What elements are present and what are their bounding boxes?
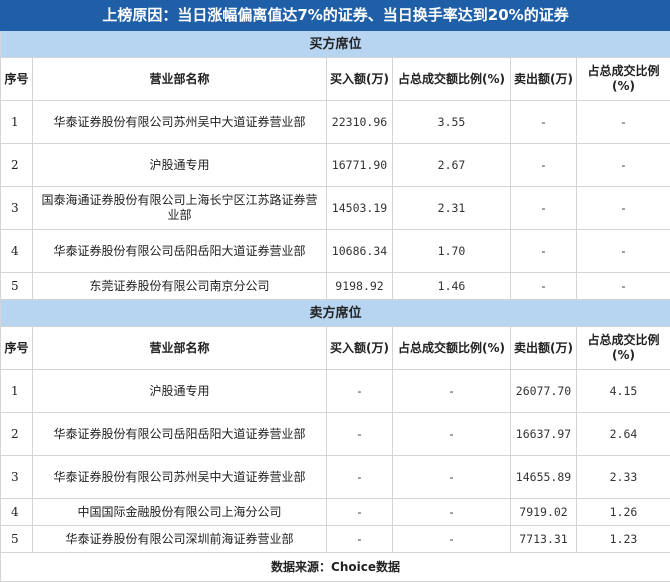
buy-ratio: 2.31 — [393, 187, 511, 230]
table-title: 上榜原因：当日涨幅偏离值达7%的证券、当日换手率达到20%的证券 — [1, 1, 670, 31]
sell-ratio: - — [577, 101, 670, 144]
table-row: 4中国国际金融股份有限公司上海分公司--7919.021.26 — [1, 499, 670, 526]
buy-amount: 22310.96 — [327, 101, 393, 144]
column-header: 占总成交比例(%) — [577, 327, 670, 370]
buy-ratio: - — [393, 370, 511, 413]
branch-name: 华泰证券股份有限公司岳阳岳阳大道证券营业部 — [33, 413, 327, 456]
sell-ratio: 1.23 — [577, 526, 670, 553]
branch-name: 国泰海通证券股份有限公司上海长宁区江苏路证券营业部 — [33, 187, 327, 230]
branch-name: 沪股通专用 — [33, 370, 327, 413]
buy-ratio: - — [393, 499, 511, 526]
buy-amount: 9198.92 — [327, 273, 393, 300]
rank: 5 — [1, 273, 33, 300]
branch-name: 沪股通专用 — [33, 144, 327, 187]
data-source: 数据来源：Choice数据 — [1, 553, 670, 582]
dragon-tiger-table: 上榜原因：当日涨幅偏离值达7%的证券、当日换手率达到20%的证券 买方席位序号营… — [0, 0, 670, 582]
branch-name: 华泰证券股份有限公司苏州吴中大道证券营业部 — [33, 456, 327, 499]
rank: 2 — [1, 413, 33, 456]
sell-ratio: - — [577, 273, 670, 300]
sell-amount: - — [511, 273, 577, 300]
table-row: 2华泰证券股份有限公司岳阳岳阳大道证券营业部--16637.972.64 — [1, 413, 670, 456]
buy-amount: - — [327, 370, 393, 413]
table-row: 5东莞证券股份有限公司南京分公司9198.921.46-- — [1, 273, 670, 300]
buy-ratio: - — [393, 456, 511, 499]
column-header: 营业部名称 — [33, 327, 327, 370]
buy-amount: 14503.19 — [327, 187, 393, 230]
buy-ratio: 2.67 — [393, 144, 511, 187]
sell-ratio: 2.64 — [577, 413, 670, 456]
table-row: 5华泰证券股份有限公司深圳前海证券营业部--7713.311.23 — [1, 526, 670, 553]
table-row: 1华泰证券股份有限公司苏州吴中大道证券营业部22310.963.55-- — [1, 101, 670, 144]
column-header-row: 序号营业部名称买入额(万)占总成交额比例(%)卖出额(万)占总成交比例(%) — [1, 58, 670, 101]
buy-amount: 16771.90 — [327, 144, 393, 187]
sell-ratio: - — [577, 187, 670, 230]
branch-name: 华泰证券股份有限公司苏州吴中大道证券营业部 — [33, 101, 327, 144]
buy-ratio: 1.70 — [393, 230, 511, 273]
sell-amount: 16637.97 — [511, 413, 577, 456]
column-header-row: 序号营业部名称买入额(万)占总成交额比例(%)卖出额(万)占总成交比例(%) — [1, 327, 670, 370]
rank: 3 — [1, 456, 33, 499]
buy-ratio: 1.46 — [393, 273, 511, 300]
column-header: 买入额(万) — [327, 327, 393, 370]
column-header: 序号 — [1, 327, 33, 370]
branch-name: 华泰证券股份有限公司深圳前海证券营业部 — [33, 526, 327, 553]
sell-amount: - — [511, 144, 577, 187]
buy-amount: - — [327, 456, 393, 499]
sell-ratio: 4.15 — [577, 370, 670, 413]
table-row: 4华泰证券股份有限公司岳阳岳阳大道证券营业部10686.341.70-- — [1, 230, 670, 273]
sell-amount: - — [511, 187, 577, 230]
column-header: 买入额(万) — [327, 58, 393, 101]
buy-ratio: 3.55 — [393, 101, 511, 144]
buy-amount: - — [327, 499, 393, 526]
column-header: 占总成交额比例(%) — [393, 58, 511, 101]
sell-ratio: - — [577, 230, 670, 273]
buy-ratio: - — [393, 413, 511, 456]
rank: 1 — [1, 101, 33, 144]
column-header: 序号 — [1, 58, 33, 101]
sell-ratio: 1.26 — [577, 499, 670, 526]
branch-name: 中国国际金融股份有限公司上海分公司 — [33, 499, 327, 526]
column-header: 卖出额(万) — [511, 58, 577, 101]
buy-amount: 10686.34 — [327, 230, 393, 273]
sell-ratio: - — [577, 144, 670, 187]
branch-name: 东莞证券股份有限公司南京分公司 — [33, 273, 327, 300]
rank: 2 — [1, 144, 33, 187]
table-row: 2沪股通专用16771.902.67-- — [1, 144, 670, 187]
sell-amount: 7919.02 — [511, 499, 577, 526]
buy-section-header: 买方席位 — [1, 31, 670, 58]
sell-amount: 14655.89 — [511, 456, 577, 499]
column-header: 占总成交比例(%) — [577, 58, 670, 101]
sell-amount: - — [511, 230, 577, 273]
table-row: 1沪股通专用--26077.704.15 — [1, 370, 670, 413]
table-row: 3国泰海通证券股份有限公司上海长宁区江苏路证券营业部14503.192.31-- — [1, 187, 670, 230]
rank: 1 — [1, 370, 33, 413]
sell-ratio: 2.33 — [577, 456, 670, 499]
column-header: 营业部名称 — [33, 58, 327, 101]
buy-amount: - — [327, 413, 393, 456]
sell-amount: 26077.70 — [511, 370, 577, 413]
rank: 5 — [1, 526, 33, 553]
sell-amount: - — [511, 101, 577, 144]
sell-amount: 7713.31 — [511, 526, 577, 553]
rank: 4 — [1, 230, 33, 273]
column-header: 占总成交额比例(%) — [393, 327, 511, 370]
sell-section-header: 卖方席位 — [1, 300, 670, 327]
buy-amount: - — [327, 526, 393, 553]
rank: 3 — [1, 187, 33, 230]
column-header: 卖出额(万) — [511, 327, 577, 370]
table-row: 3华泰证券股份有限公司苏州吴中大道证券营业部--14655.892.33 — [1, 456, 670, 499]
buy-ratio: - — [393, 526, 511, 553]
branch-name: 华泰证券股份有限公司岳阳岳阳大道证券营业部 — [33, 230, 327, 273]
rank: 4 — [1, 499, 33, 526]
